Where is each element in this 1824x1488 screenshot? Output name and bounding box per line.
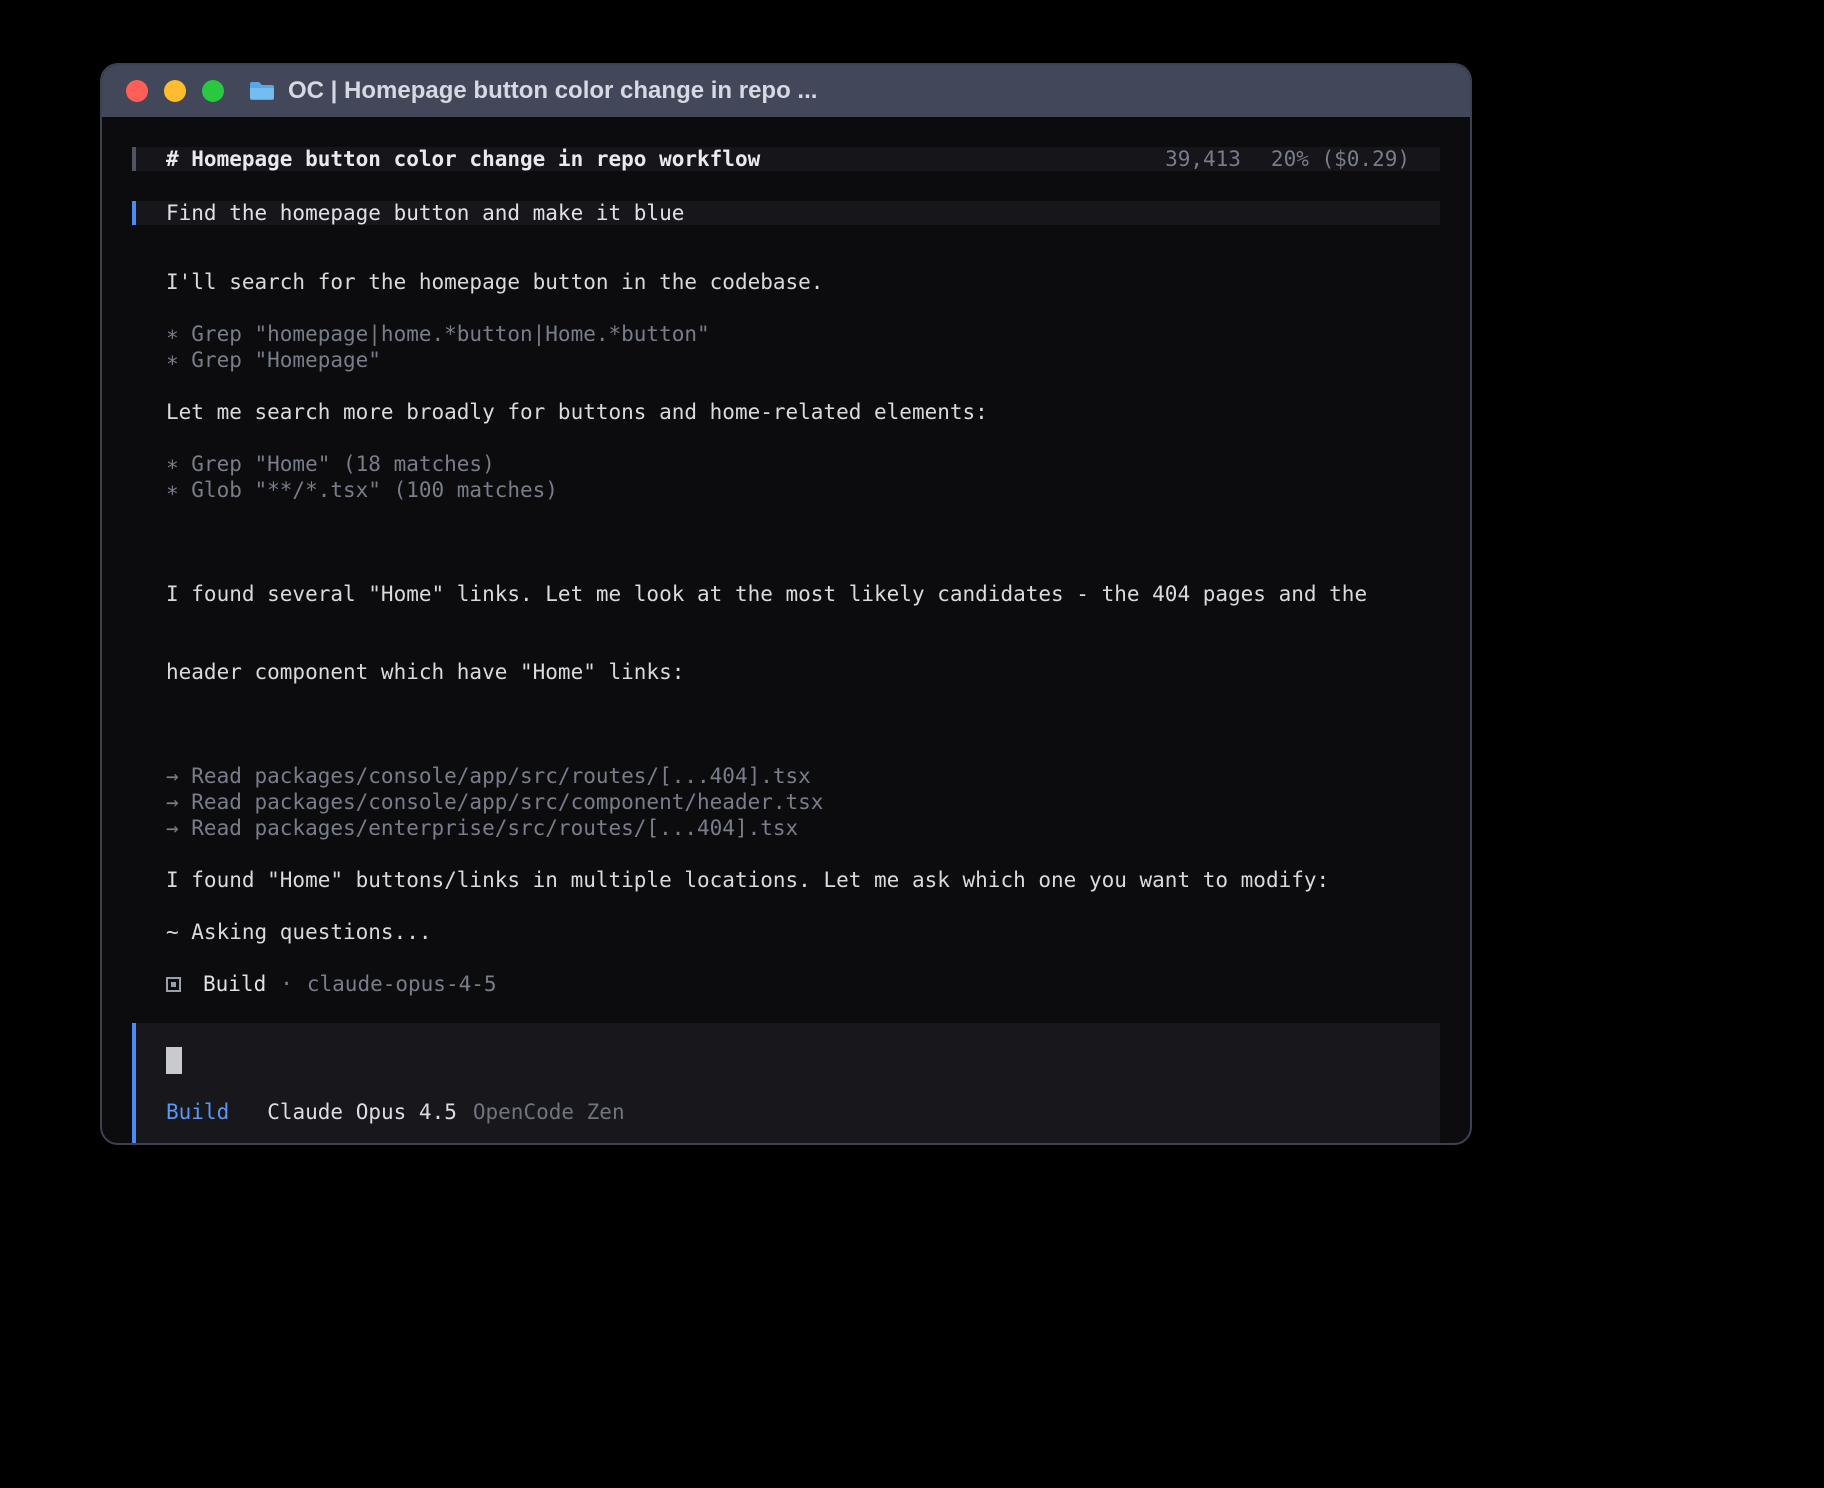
user-message: Find the homepage button and make it blu… xyxy=(132,201,1440,225)
session-title: # Homepage button color change in repo w… xyxy=(166,147,760,171)
terminal-content: # Homepage button color change in repo w… xyxy=(102,117,1470,1143)
tool-call-group: ∗ Grep "Home" (18 matches) ∗ Glob "**/*.… xyxy=(166,451,1440,503)
assistant-paragraph-line: I found several "Home" links. Let me loo… xyxy=(166,581,1440,607)
input-meta-row: Build Claude Opus 4.5 OpenCode Zen xyxy=(166,1100,1410,1124)
session-stats: 39,413 20% ($0.29) xyxy=(1165,147,1410,171)
minimize-button[interactable] xyxy=(164,80,186,102)
zoom-button[interactable] xyxy=(202,80,224,102)
assistant-paragraph-line: header component which have "Home" links… xyxy=(166,659,1440,685)
agent-name: Build xyxy=(203,971,266,997)
agent-mode-selector[interactable]: Build xyxy=(166,1100,229,1124)
tool-call-grep: ∗ Grep "Home" (18 matches) xyxy=(166,451,1440,477)
tool-call-glob: ∗ Glob "**/*.tsx" (100 matches) xyxy=(166,477,1440,503)
assistant-paragraph: I found several "Home" links. Let me loo… xyxy=(166,529,1440,737)
tool-call-grep: ∗ Grep "homepage|home.*button|Home.*butt… xyxy=(166,321,1440,347)
tool-call-read: → Read packages/console/app/src/componen… xyxy=(166,789,1440,815)
tool-call-grep: ∗ Grep "Homepage" xyxy=(166,347,1440,373)
assistant-status-text: ~ Asking questions... xyxy=(166,919,1440,945)
assistant-paragraph: I found "Home" buttons/links in multiple… xyxy=(166,867,1440,893)
assistant-paragraph: I'll search for the homepage button in t… xyxy=(166,269,1440,295)
tool-call-read: → Read packages/enterprise/src/routes/[.… xyxy=(166,815,1440,841)
context-cost: 20% ($0.29) xyxy=(1271,147,1410,171)
model-provider: OpenCode Zen xyxy=(473,1100,625,1124)
token-count: 39,413 xyxy=(1165,147,1241,171)
user-message-text: Find the homepage button and make it blu… xyxy=(166,201,684,225)
assistant-paragraph: Let me search more broadly for buttons a… xyxy=(166,399,1440,425)
traffic-lights xyxy=(126,80,224,102)
window-titlebar[interactable]: OC | Homepage button color change in rep… xyxy=(102,65,1470,117)
close-button[interactable] xyxy=(126,80,148,102)
assistant-transcript: I'll search for the homepage button in t… xyxy=(132,269,1440,997)
text-cursor xyxy=(166,1047,182,1074)
agent-model: claude-opus-4-5 xyxy=(307,971,497,997)
agent-separator: · xyxy=(280,971,293,997)
tool-call-group: → Read packages/console/app/src/routes/[… xyxy=(166,763,1440,841)
model-name: Claude Opus 4.5 xyxy=(267,1100,457,1124)
session-header: # Homepage button color change in repo w… xyxy=(132,147,1440,171)
prompt-input[interactable]: Build Claude Opus 4.5 OpenCode Zen xyxy=(132,1023,1440,1143)
tool-call-group: ∗ Grep "homepage|home.*button|Home.*butt… xyxy=(166,321,1440,373)
agent-indicator: Build · claude-opus-4-5 xyxy=(166,971,1440,997)
terminal-window: OC | Homepage button color change in rep… xyxy=(100,63,1472,1145)
square-dot-icon xyxy=(166,977,181,992)
folder-icon xyxy=(248,80,276,102)
tool-call-read: → Read packages/console/app/src/routes/[… xyxy=(166,763,1440,789)
window-title: OC | Homepage button color change in rep… xyxy=(288,77,817,105)
